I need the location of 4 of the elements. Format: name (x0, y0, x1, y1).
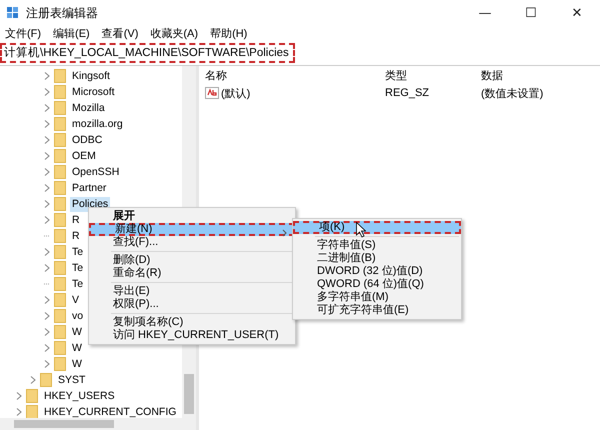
table-cell-text: REG_SZ (385, 87, 430, 99)
window-title: 注册表编辑器 (26, 4, 98, 22)
table-cell-text: (数值未设置) (481, 86, 544, 100)
value-name: (默认) (221, 86, 250, 100)
